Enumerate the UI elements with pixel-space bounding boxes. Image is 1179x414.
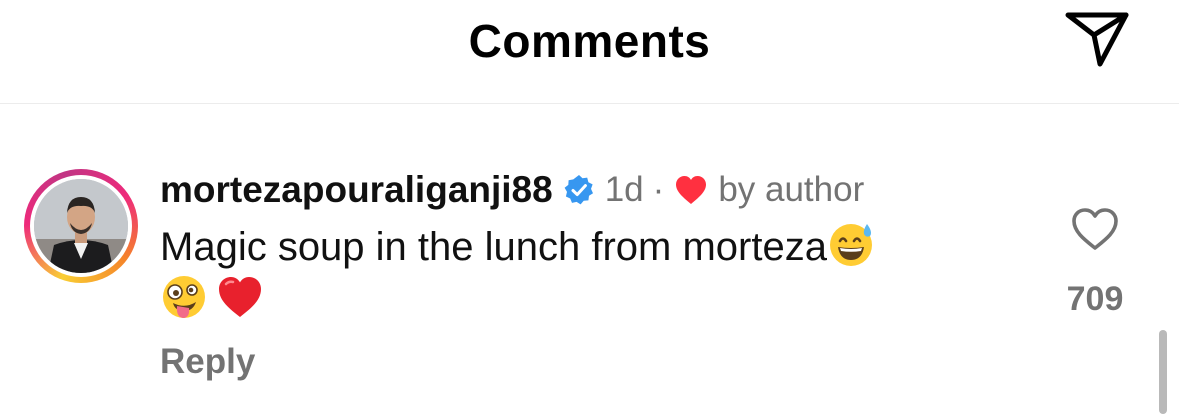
avatar-photo [34, 179, 128, 273]
comment-text: Magic soup in the lunch from morteza [160, 225, 827, 269]
comment-body: Magic soup in the lunch from morteza [160, 220, 1020, 326]
verified-badge-icon [563, 174, 595, 206]
avatar-story-ring[interactable] [24, 169, 138, 283]
comment-meta: mortezapouraliganji88 1d · by author [160, 168, 864, 212]
comment-timestamp: 1d [604, 170, 644, 209]
page-title: Comments [468, 15, 711, 67]
comments-header: Comments [0, 0, 1179, 104]
like-button[interactable] [1068, 204, 1122, 254]
scrollbar[interactable] [1159, 330, 1167, 414]
like-count: 709 [1066, 280, 1124, 318]
liked-by-author-label: by author [718, 170, 865, 209]
comment-item: mortezapouraliganji88 1d · by author Mag… [0, 104, 1179, 414]
username-link[interactable]: mortezapouraliganji88 [160, 169, 553, 211]
reply-button[interactable]: Reply [160, 342, 255, 382]
meta-separator: · [652, 170, 665, 209]
grinning-sweat-emoji [827, 220, 875, 268]
heart-icon [674, 174, 708, 206]
avatar [34, 179, 128, 273]
share-button[interactable] [1062, 8, 1132, 70]
paper-plane-icon [1065, 12, 1129, 67]
red-heart-emoji [216, 273, 264, 321]
zany-face-emoji [160, 273, 208, 321]
heart-outline-icon [1072, 208, 1118, 250]
